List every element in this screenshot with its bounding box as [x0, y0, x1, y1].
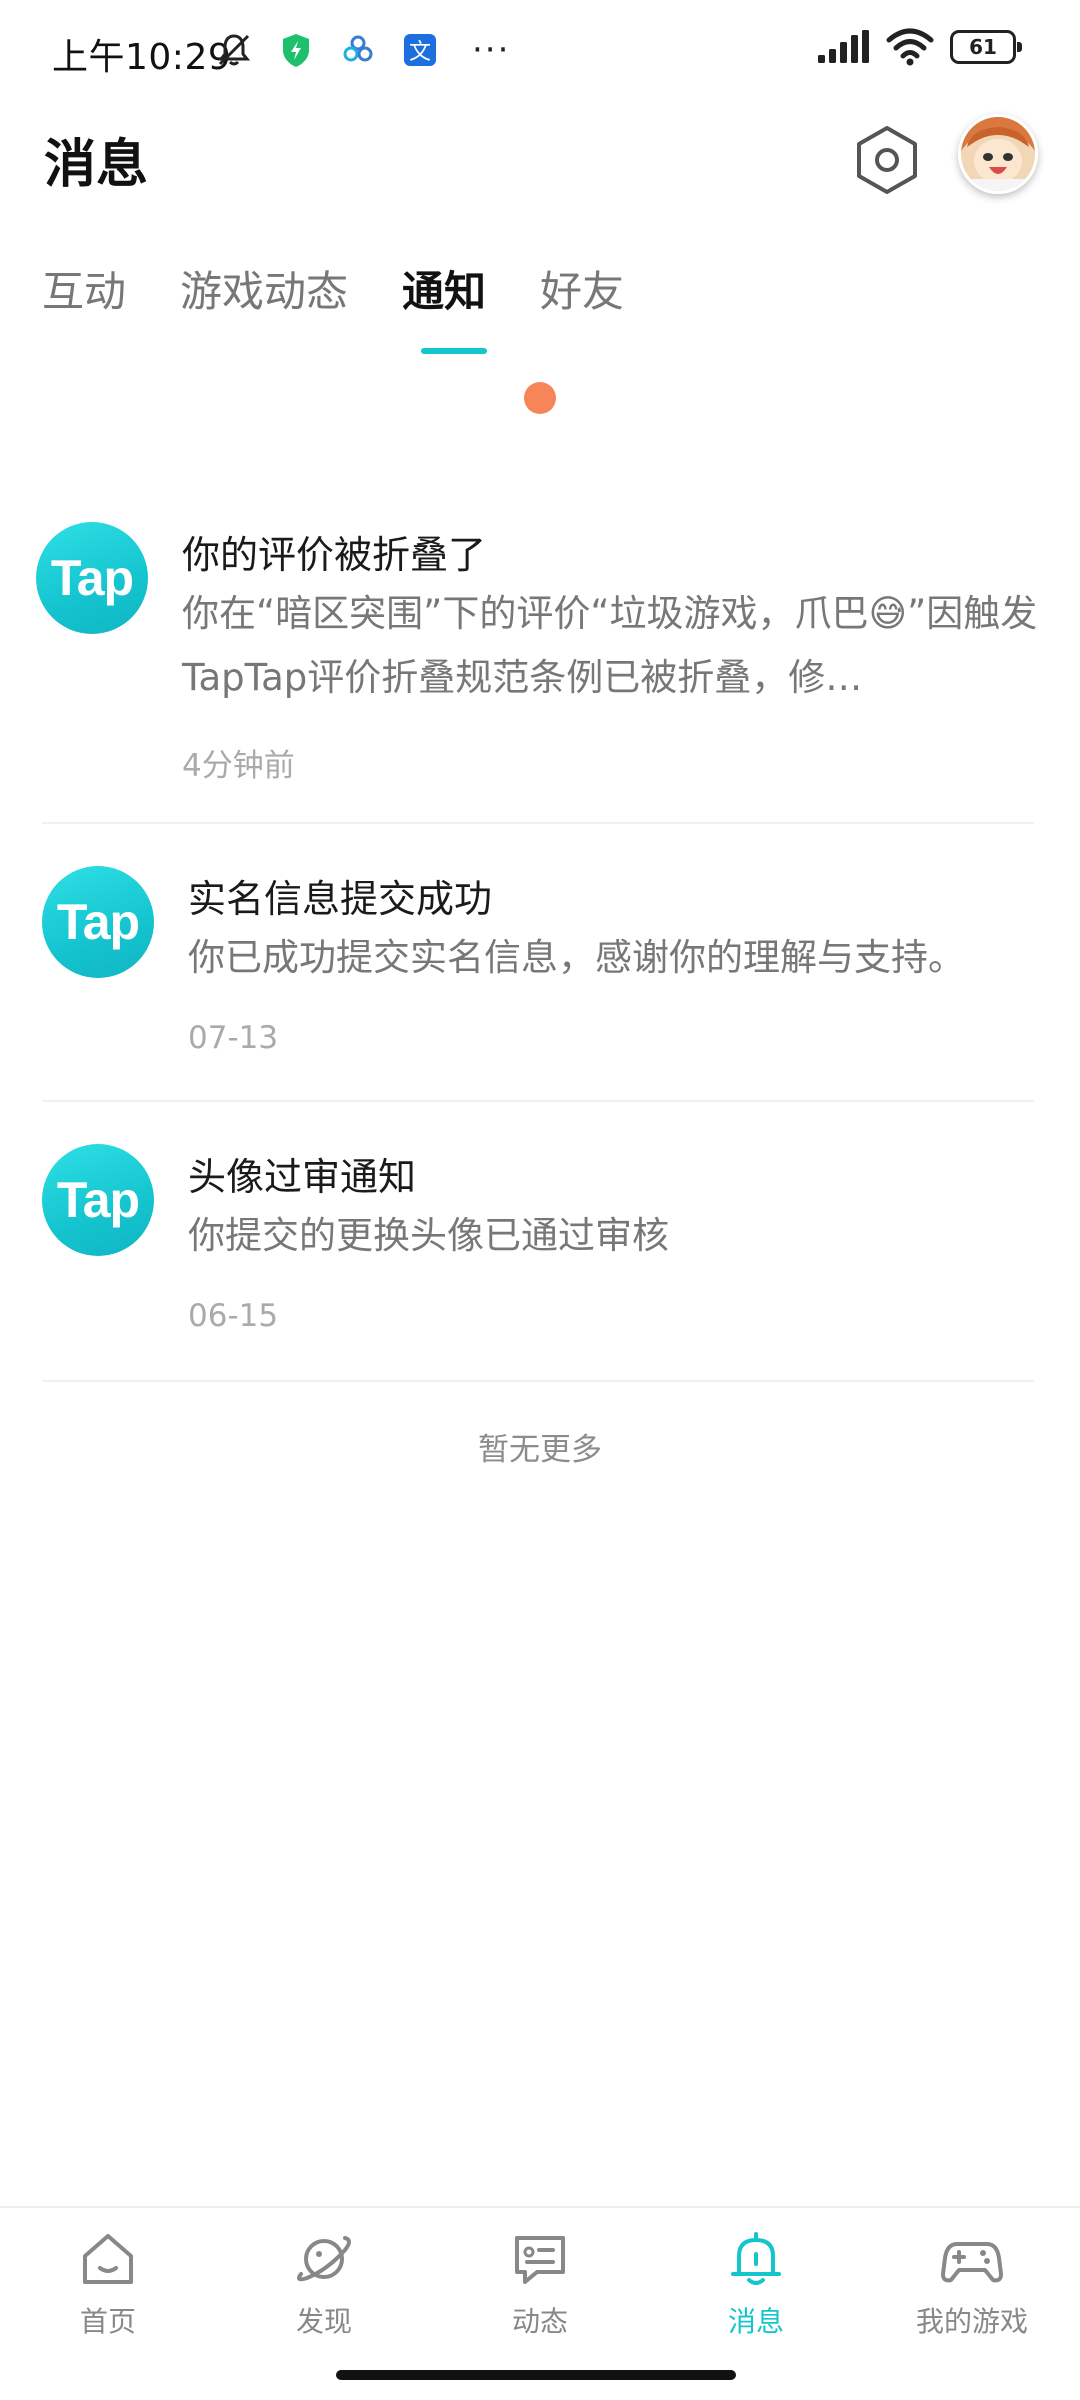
- list-divider: [42, 1380, 1034, 1382]
- user-avatar[interactable]: [958, 114, 1038, 194]
- bell-icon: [731, 2232, 781, 2285]
- notification-time: 4分钟前: [182, 748, 295, 784]
- chat-icon: [515, 2236, 565, 2284]
- list-end-text: 暂无更多: [478, 1432, 602, 1468]
- taptap-logo-icon: Tap: [42, 866, 154, 978]
- notification-body: 你在“暗区突围”下的评价“垃圾游戏，爪巴😅”因触发TapTap评价折叠规范条例已…: [182, 592, 1038, 699]
- notification-title: 实名信息提交成功: [188, 877, 493, 921]
- nav-my-games[interactable]: 我的游戏: [902, 2228, 1042, 2340]
- notification-body: 你已成功提交实名信息，感谢你的理解与支持。: [188, 936, 965, 979]
- settings-hexagon-icon: [857, 126, 917, 194]
- status-bar: 上午10:29 文 ··· 61: [0, 0, 1080, 100]
- messages-screen: 上午10:29 文 ··· 61 消息 互动 游戏动态 通知 好友 Tap 你的…: [0, 0, 1080, 2400]
- gamepad-icon: [941, 2242, 1003, 2283]
- notification-body: 你提交的更换头像已通过审核: [188, 1214, 669, 1257]
- nav-my-games-label: 我的游戏: [915, 2305, 1028, 2338]
- notification-title: 你的评价被折叠了: [182, 533, 487, 577]
- notification-time: 06-15: [188, 1298, 279, 1334]
- settings-button[interactable]: [852, 122, 922, 198]
- nav-discover-label: 发现: [295, 2305, 352, 2338]
- message-tabs: 互动 游戏动态 通知 好友: [42, 262, 678, 322]
- cloud-icon: [343, 35, 373, 62]
- list-divider: [42, 1100, 1034, 1102]
- status-icons-left: 文 ···: [214, 28, 510, 72]
- more-notifications-indicator: ···: [472, 30, 511, 70]
- tab-notifications[interactable]: 通知: [402, 262, 486, 322]
- unread-dot: [524, 382, 556, 414]
- battery-icon: 61: [950, 30, 1022, 64]
- home-indicator-bar[interactable]: [336, 2370, 736, 2380]
- home-icon: [83, 2234, 133, 2284]
- active-tab-indicator: [421, 348, 487, 354]
- nav-discover[interactable]: 发现: [254, 2228, 394, 2340]
- list-divider: [42, 822, 1034, 824]
- nav-messages[interactable]: 消息: [686, 2228, 826, 2340]
- taptap-logo-text: Tap: [50, 550, 134, 606]
- notification-title: 头像过审通知: [188, 1155, 417, 1199]
- taptap-logo-icon: Tap: [36, 522, 148, 634]
- status-icons-right: 61: [816, 28, 1022, 66]
- page-title: 消息: [44, 135, 149, 195]
- tab-friends[interactable]: 好友: [540, 262, 624, 322]
- nav-feed[interactable]: 动态: [470, 2228, 610, 2340]
- tab-game-updates[interactable]: 游戏动态: [180, 262, 348, 322]
- notification-time: 07-13: [188, 1020, 279, 1056]
- taptap-logo-icon: Tap: [42, 1144, 154, 1256]
- nav-home[interactable]: 首页: [38, 2228, 178, 2340]
- svg-text:文: 文: [409, 40, 431, 65]
- silent-icon: [217, 34, 251, 66]
- nav-feed-label: 动态: [511, 2305, 568, 2338]
- nav-home-label: 首页: [79, 2305, 136, 2338]
- tab-interaction[interactable]: 互动: [42, 262, 126, 322]
- planet-icon: [297, 2236, 351, 2282]
- battery-level: 61: [969, 35, 997, 59]
- anime-avatar-image: [961, 117, 1035, 191]
- status-time: 上午10:29: [52, 37, 232, 78]
- nav-messages-label: 消息: [727, 2305, 784, 2338]
- signal-icon: [818, 30, 869, 63]
- taptap-logo-text: Tap: [56, 894, 140, 950]
- wifi-icon: [886, 28, 934, 66]
- translate-icon: 文: [404, 34, 436, 66]
- shield-icon: [283, 34, 309, 67]
- taptap-logo-text: Tap: [56, 1172, 140, 1228]
